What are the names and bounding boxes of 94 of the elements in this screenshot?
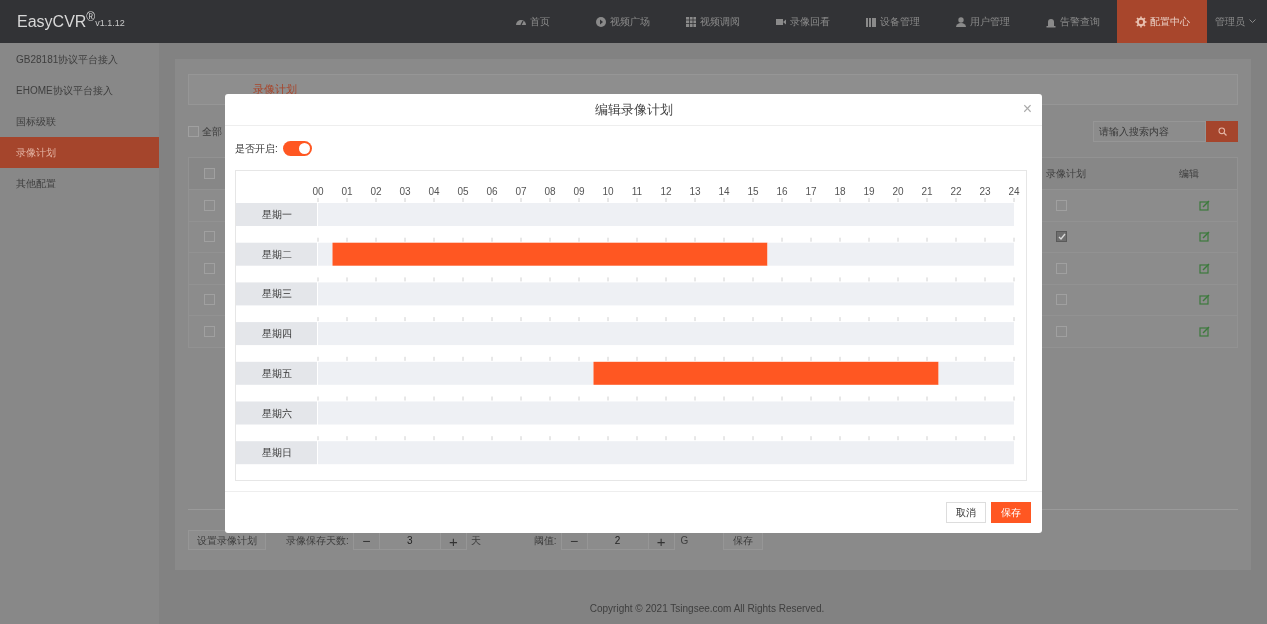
- copyright-text: Copyright © 2021 Tsingsee.com All Rights Reserved.: [589, 601, 825, 616]
- column-header: 录像计划: [1046, 167, 1087, 181]
- sidebar-item[interactable]: EHOME协议平台接入: [0, 75, 159, 106]
- nav-tab[interactable]: 设备管理: [847, 0, 937, 43]
- user-menu[interactable]: 管理员: [1207, 0, 1256, 43]
- check-icon: [1057, 232, 1066, 241]
- edit-icon: [1198, 199, 1210, 211]
- schedule-bar[interactable]: [318, 242, 333, 266]
- hour-label: 03: [399, 186, 411, 197]
- hour-label: 02: [370, 186, 382, 197]
- close-button[interactable]: ×: [1022, 99, 1032, 119]
- nav-tab[interactable]: 录像回看: [757, 0, 847, 43]
- caret-icon: [1249, 19, 1256, 24]
- hour-label: 14: [718, 186, 730, 197]
- hour-label: 05: [457, 186, 469, 197]
- checkbox[interactable]: [203, 168, 215, 179]
- nav-tab[interactable]: 视频广场: [577, 0, 667, 43]
- search-icon: [1217, 126, 1227, 136]
- unit-text: G: [680, 533, 689, 548]
- hour-label: 16: [776, 186, 788, 197]
- toggle-switch[interactable]: [282, 140, 312, 156]
- schedule-bar[interactable]: [593, 361, 939, 385]
- day-label: 星期日: [262, 447, 292, 459]
- hour-label: 07: [515, 186, 527, 197]
- schedule-bar[interactable]: [767, 242, 1014, 266]
- hour-label: 00: [312, 186, 324, 197]
- day-label: 星期一: [262, 209, 292, 220]
- hour-label: 15: [747, 186, 759, 197]
- field-label: 阈值:: [533, 533, 557, 548]
- edit-button[interactable]: [1198, 294, 1210, 306]
- hour-label: 08: [544, 186, 556, 197]
- schedule-bar[interactable]: [318, 401, 1014, 425]
- search-button[interactable]: [1206, 120, 1238, 142]
- nav-tab[interactable]: 首页: [487, 0, 577, 43]
- edit-button[interactable]: [1198, 231, 1210, 243]
- hour-label: 13: [689, 186, 701, 197]
- edit-icon: [1198, 325, 1210, 337]
- day-label: 星期六: [262, 407, 292, 419]
- hour-label: 17: [805, 186, 817, 197]
- logo: EasyCVR$^{®}$: [17, 9, 96, 32]
- schedule-bar[interactable]: [318, 361, 594, 385]
- user-icon: [954, 15, 967, 28]
- nav-tab[interactable]: 告警查询: [1027, 0, 1117, 43]
- search-field[interactable]: 请输入搜索内容: [1093, 120, 1206, 142]
- sidebar-item[interactable]: GB28181协议平台接入: [0, 44, 159, 75]
- hour-label: 22: [950, 186, 962, 197]
- edit-button[interactable]: [1198, 199, 1210, 211]
- hour-label: 21: [921, 186, 933, 197]
- edit-button[interactable]: [1198, 262, 1210, 274]
- schedule-bar[interactable]: [318, 322, 1014, 346]
- hour-label: 04: [428, 186, 440, 197]
- hour-label: 18: [834, 186, 846, 197]
- nav-tab[interactable]: 用户管理: [937, 0, 1027, 43]
- grid-icon: [684, 15, 697, 28]
- hour-label: 01: [341, 186, 353, 197]
- bars-icon: [864, 15, 877, 28]
- play-icon: [594, 15, 607, 28]
- version-text: v1.1.12: [95, 18, 125, 31]
- sidebar-item[interactable]: 国标级联: [0, 106, 159, 137]
- edit-icon: [1198, 294, 1210, 306]
- schedule-bar[interactable]: [332, 242, 768, 266]
- hour-label: 10: [602, 186, 614, 197]
- sidebar-item[interactable]: 录像计划: [0, 137, 159, 168]
- edit-icon: [1198, 262, 1210, 274]
- schedule-bar[interactable]: [318, 282, 1014, 306]
- hour-label: 09: [573, 186, 585, 197]
- hour-label: 11: [631, 186, 643, 197]
- set-plan-button[interactable]: 设置录像计划: [188, 530, 266, 550]
- gear-icon: [1134, 15, 1147, 28]
- hour-label: 20: [892, 186, 904, 197]
- column-header: 编辑: [1179, 167, 1200, 181]
- nav-tab[interactable]: 配置中心: [1117, 0, 1207, 43]
- schedule-bar[interactable]: [318, 441, 1014, 465]
- dialog-title: 编辑录像计划: [594, 100, 673, 119]
- field-label: 录像保存天数:: [286, 533, 349, 548]
- nav-tab[interactable]: 视频调阅: [667, 0, 757, 43]
- hour-label: 19: [863, 186, 875, 197]
- hour-label: 12: [660, 186, 672, 197]
- unit-text: 天: [470, 533, 481, 548]
- toggle-label: 是否开启:: [235, 141, 278, 156]
- checkbox[interactable]: [1056, 231, 1067, 243]
- day-label: 星期五: [262, 367, 292, 379]
- save-button[interactable]: 保存: [991, 502, 1031, 523]
- cancel-button[interactable]: 取消: [946, 502, 986, 523]
- day-label: 星期四: [262, 328, 292, 340]
- edit-icon: [1198, 231, 1210, 243]
- hour-label: 24: [1008, 186, 1020, 197]
- checkbox-label: 全部: [202, 124, 222, 139]
- day-label: 星期二: [262, 248, 292, 260]
- hour-label: 23: [979, 186, 991, 197]
- hour-label: 06: [486, 186, 498, 197]
- day-label: 星期三: [262, 288, 292, 300]
- schedule-bar[interactable]: [938, 361, 1014, 385]
- edit-button[interactable]: [1198, 325, 1210, 337]
